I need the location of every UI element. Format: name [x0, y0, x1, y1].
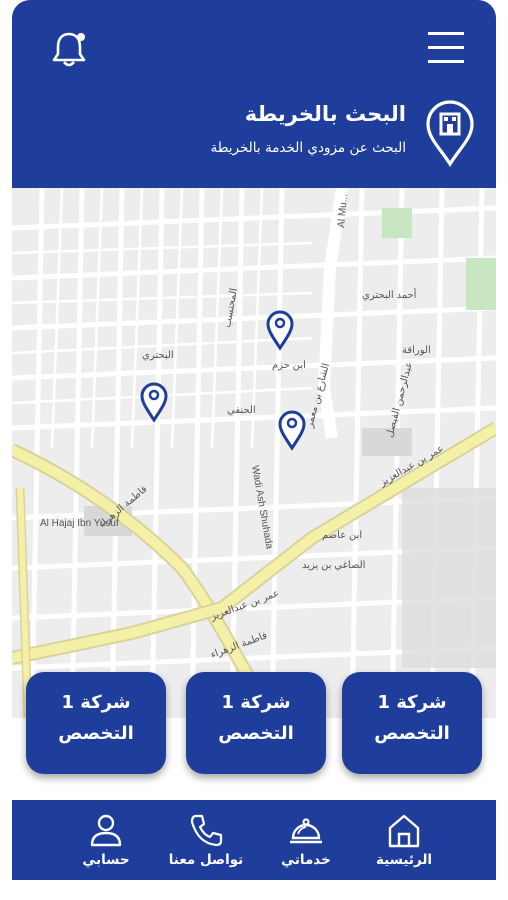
street-label: الصاغي بن يزيد [302, 560, 365, 571]
phone-icon [190, 814, 223, 847]
bell-icon[interactable] [48, 28, 90, 70]
nav-services-label: خدماتي [281, 852, 331, 868]
street-label: ابن عاصم [322, 530, 362, 541]
provider-cards: شركة 1 التخصص شركة 1 التخصص شركة 1 التخص… [12, 672, 496, 782]
app-frame: البحث بالخريطة البحث عن مزودي الخدمة بال… [12, 0, 496, 900]
map-location-pin[interactable] [278, 410, 306, 451]
nav-home-label: الرئيسية [375, 852, 433, 868]
page-title: البحث بالخريطة [244, 102, 406, 126]
nav-contact[interactable]: تواصل معنا [156, 812, 256, 876]
street-label: الوراقة [402, 345, 431, 356]
map-park [382, 208, 412, 238]
provider-specialty: التخصص [218, 723, 294, 744]
provider-specialty: التخصص [58, 723, 134, 744]
location-pin-icon [422, 98, 478, 168]
header: البحث بالخريطة البحث عن مزودي الخدمة بال… [12, 0, 496, 188]
provider-name: شركة 1 [377, 692, 447, 713]
street-label: البحتري [142, 350, 174, 361]
map-park [466, 258, 496, 310]
nav-home[interactable]: الرئيسية [354, 812, 454, 876]
nav-account[interactable]: حسابي [56, 812, 156, 876]
page-subtitle: البحث عن مزودي الخدمة بالخريطة [210, 140, 406, 156]
street-label: الحنفي [227, 405, 256, 416]
nav-contact-label: تواصل معنا [168, 852, 244, 868]
user-icon [90, 814, 122, 847]
provider-card[interactable]: شركة 1 التخصص [342, 672, 482, 774]
map-canvas: Al Hajaj Ibn Yusuf Wadi Ash Shuhada عمر … [12, 188, 496, 718]
bottom-nav: الرئيسية خدماتي تواصل معنا حسابي [12, 800, 496, 880]
provider-specialty: التخصص [374, 723, 450, 744]
home-icon [388, 814, 420, 848]
provider-card[interactable]: شركة 1 التخصص [186, 672, 326, 774]
nav-services[interactable]: خدماتي [256, 812, 356, 876]
provider-name: شركة 1 [221, 692, 291, 713]
street-label: أحمد البحتري [362, 288, 417, 301]
provider-name: شركة 1 [61, 692, 131, 713]
menu-icon[interactable] [426, 28, 466, 68]
map-block [402, 488, 496, 668]
nav-account-label: حسابي [82, 852, 130, 868]
service-bell-icon [290, 818, 322, 844]
map-view[interactable]: Al Hajaj Ibn Yusuf Wadi Ash Shuhada عمر … [12, 188, 496, 718]
street-label: Al Mu... [336, 194, 350, 229]
map-location-pin[interactable] [266, 310, 294, 351]
map-location-pin[interactable] [140, 382, 168, 423]
provider-card[interactable]: شركة 1 التخصص [26, 672, 166, 774]
street-label: ابن حزم [272, 360, 306, 371]
